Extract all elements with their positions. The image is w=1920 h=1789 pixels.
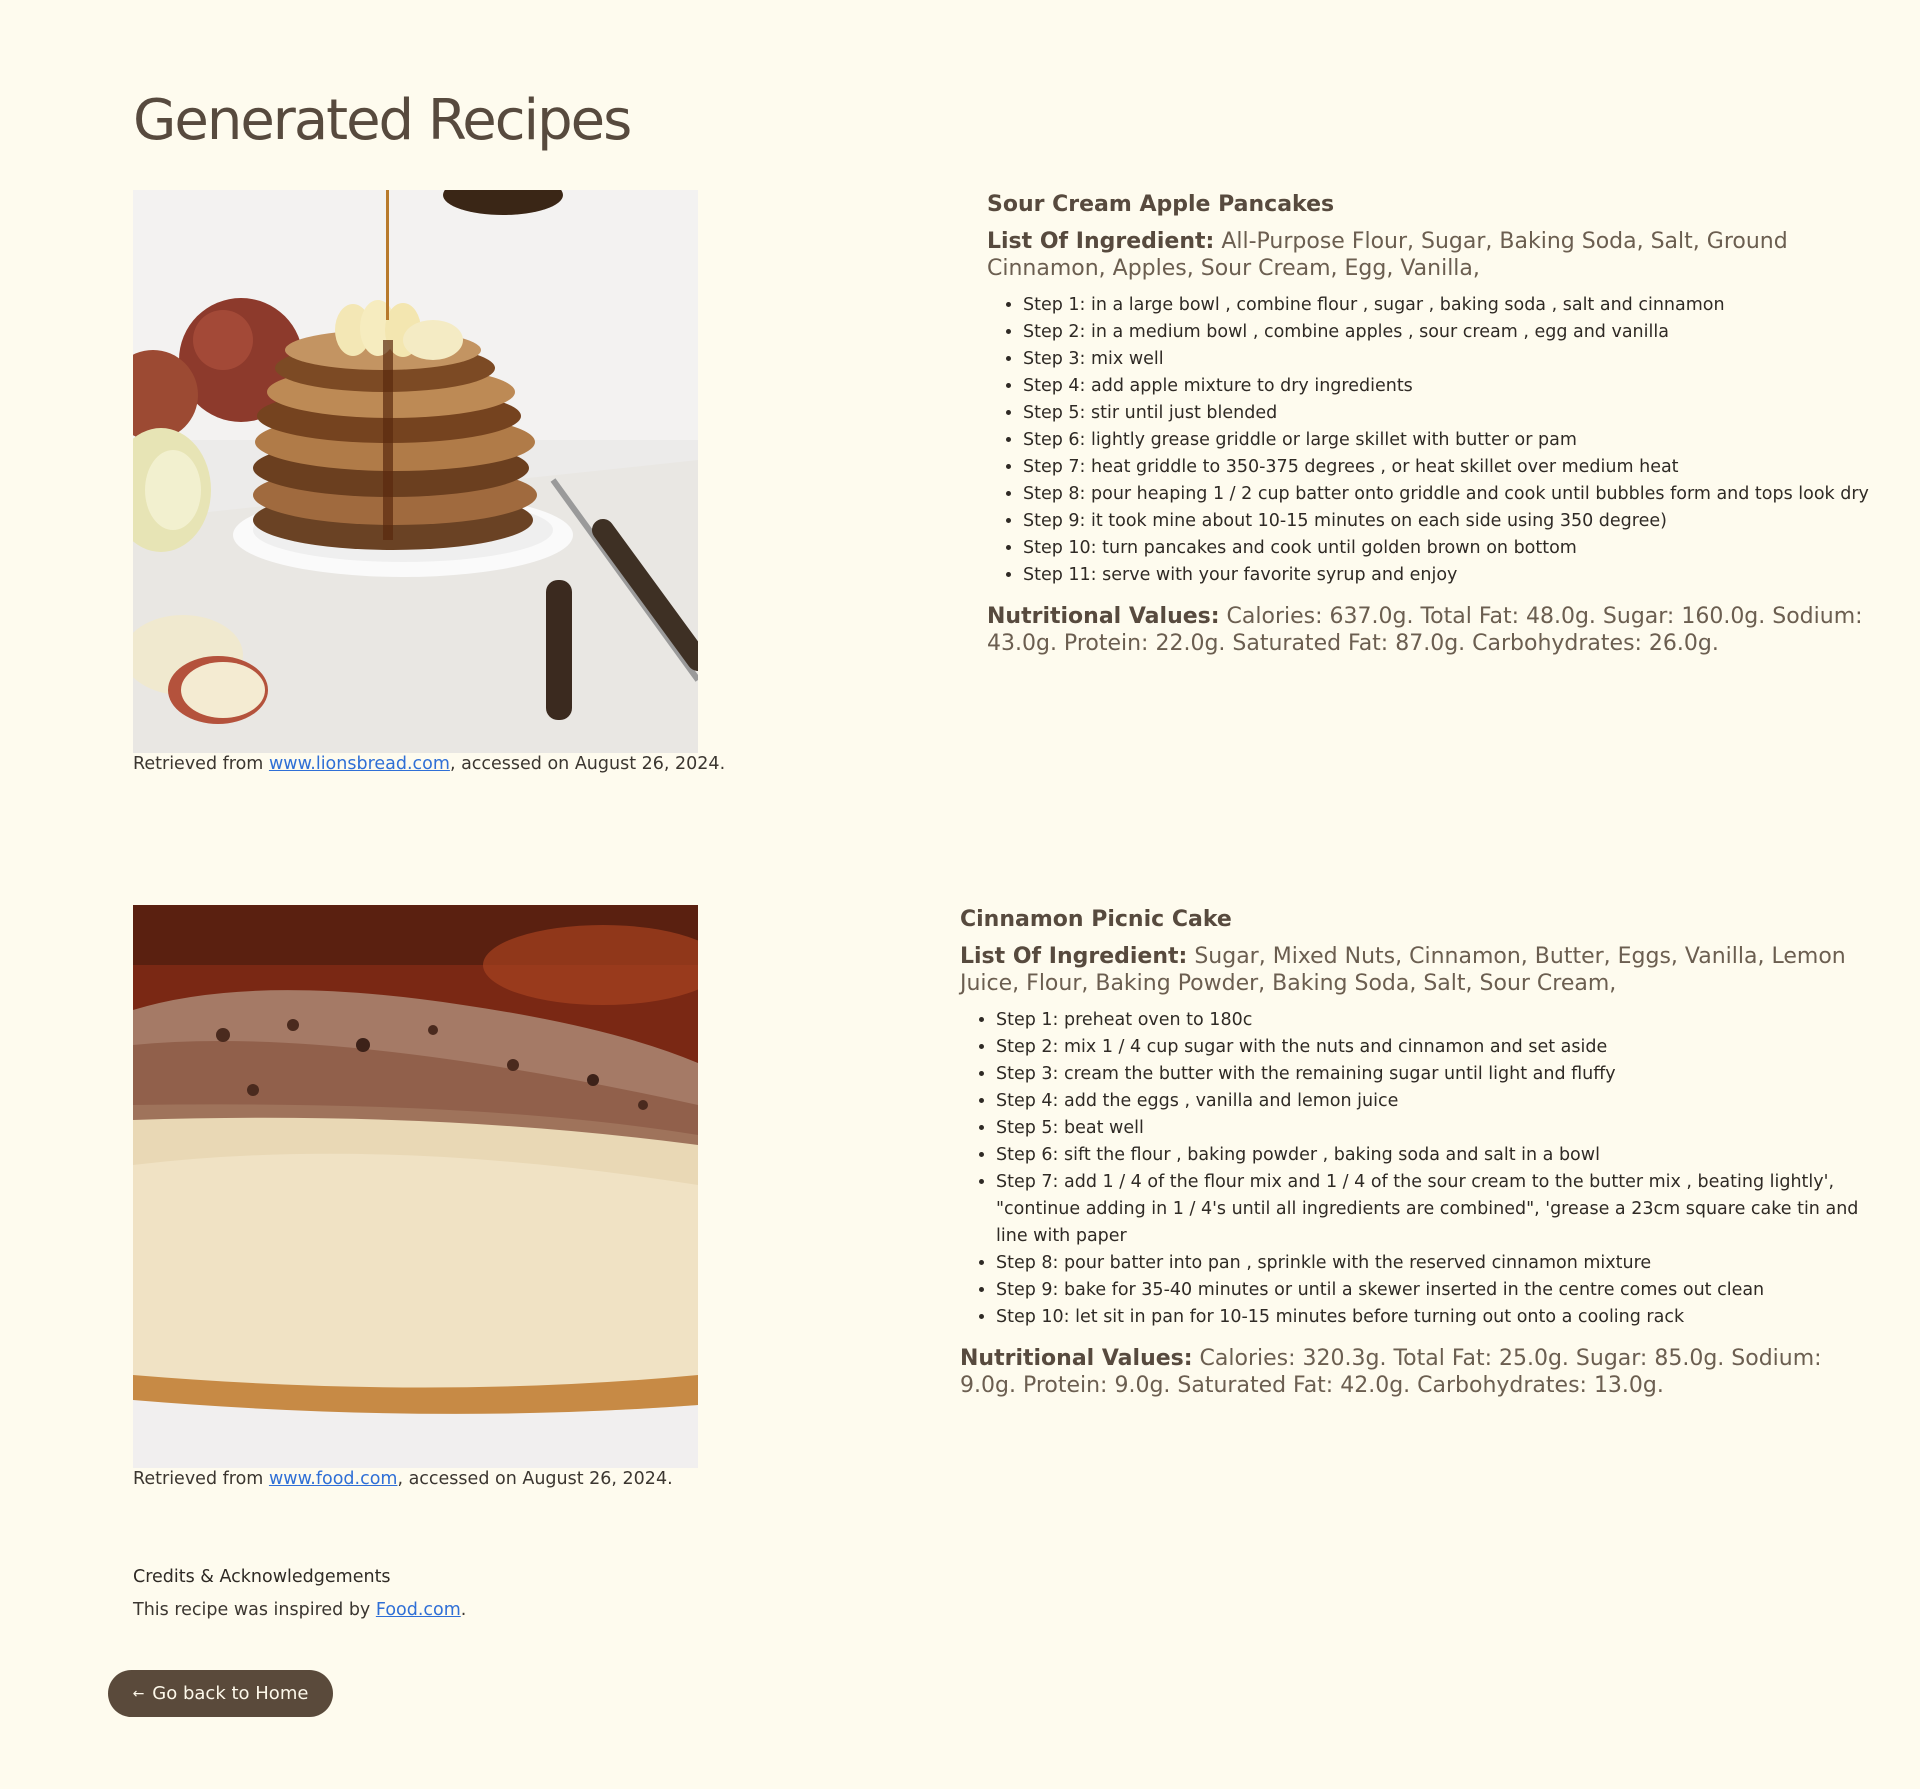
credits-suffix: . <box>460 1600 467 1620</box>
page-title: Generated Recipes <box>133 88 632 153</box>
step-item: Step 9: bake for 35-40 minutes or until … <box>996 1277 1880 1304</box>
ingredients-label: List Of Ingredient: <box>987 229 1215 254</box>
step-item: Step 5: stir until just blended <box>1023 400 1907 427</box>
recipe-photo-pancakes <box>133 190 698 753</box>
step-item: Step 2: mix 1 / 4 cup sugar with the nut… <box>996 1034 1880 1061</box>
source-link[interactable]: www.food.com <box>269 1469 398 1489</box>
recipe-title: Cinnamon Picnic Cake <box>960 907 1232 932</box>
step-item: Step 3: cream the butter with the remain… <box>996 1061 1880 1088</box>
recipe-photo-cake <box>133 905 698 1468</box>
caption-suffix: , accessed on August 26, 2024. <box>397 1469 673 1489</box>
credits-text: This recipe was inspired by Food.com. <box>133 1600 466 1620</box>
ingredients: List Of Ingredient: Sugar, Mixed Nuts, C… <box>960 943 1880 997</box>
credits-prefix: This recipe was inspired by <box>133 1600 371 1620</box>
step-item: Step 6: sift the flour , baking powder ,… <box>996 1142 1880 1169</box>
recipe-details: Cinnamon Picnic Cake List Of Ingredient:… <box>960 905 1880 1399</box>
nutrition-label: Nutritional Values: <box>960 1346 1193 1371</box>
step-item: Step 4: add the eggs , vanilla and lemon… <box>996 1088 1880 1115</box>
credits-heading: Credits & Acknowledgements <box>133 1567 391 1587</box>
step-item: Step 10: let sit in pan for 10-15 minute… <box>996 1304 1880 1331</box>
go-back-home-button[interactable]: ← Go back to Home <box>108 1670 333 1717</box>
recipe-details: Sour Cream Apple Pancakes List Of Ingred… <box>987 190 1907 657</box>
source-link[interactable]: www.lionsbread.com <box>269 754 450 774</box>
step-item: Step 3: mix well <box>1023 346 1907 373</box>
step-item: Step 10: turn pancakes and cook until go… <box>1023 535 1907 562</box>
caption-prefix: Retrieved from <box>133 754 264 774</box>
image-caption: Retrieved from www.food.com, accessed on… <box>133 1469 673 1489</box>
ingredients: List Of Ingredient: All-Purpose Flour, S… <box>987 228 1907 282</box>
step-item: Step 5: beat well <box>996 1115 1880 1142</box>
step-item: Step 7: heat griddle to 350-375 degrees … <box>1023 454 1907 481</box>
step-item: Step 2: in a medium bowl , combine apple… <box>1023 319 1907 346</box>
steps-list: Step 1: preheat oven to 180c Step 2: mix… <box>960 1007 1880 1331</box>
steps-list: Step 1: in a large bowl , combine flour … <box>987 292 1907 589</box>
step-item: Step 4: add apple mixture to dry ingredi… <box>1023 373 1907 400</box>
step-item: Step 8: pour heaping 1 / 2 cup batter on… <box>1023 481 1907 508</box>
step-item: Step 11: serve with your favorite syrup … <box>1023 562 1907 589</box>
step-item: Step 7: add 1 / 4 of the flour mix and 1… <box>996 1169 1880 1250</box>
step-item: Step 6: lightly grease griddle or large … <box>1023 427 1907 454</box>
caption-suffix: , accessed on August 26, 2024. <box>449 754 726 774</box>
step-item: Step 1: preheat oven to 180c <box>996 1007 1880 1034</box>
nutrition: Nutritional Values: Calories: 320.3g. To… <box>960 1345 1880 1399</box>
recipe-title: Sour Cream Apple Pancakes <box>987 192 1335 217</box>
step-item: Step 9: it took mine about 10-15 minutes… <box>1023 508 1907 535</box>
nutrition: Nutritional Values: Calories: 637.0g. To… <box>987 603 1907 657</box>
nutrition-label: Nutritional Values: <box>987 604 1220 629</box>
arrow-left-icon: ← <box>132 1685 145 1702</box>
image-caption: Retrieved from www.lionsbread.com, acces… <box>133 754 725 774</box>
credits-link[interactable]: Food.com <box>376 1600 461 1620</box>
caption-prefix: Retrieved from <box>133 1469 264 1489</box>
home-button-label: Go back to Home <box>152 1683 309 1704</box>
ingredients-label: List Of Ingredient: <box>960 944 1188 969</box>
step-item: Step 8: pour batter into pan , sprinkle … <box>996 1250 1880 1277</box>
step-item: Step 1: in a large bowl , combine flour … <box>1023 292 1907 319</box>
